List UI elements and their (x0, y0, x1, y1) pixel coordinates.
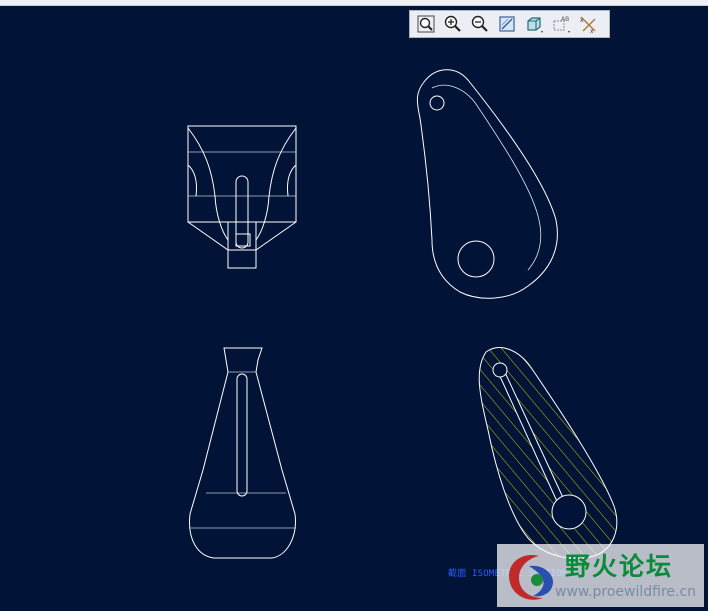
watermark-title: 野火论坛 (565, 552, 674, 581)
top-view[interactable] (187, 125, 297, 269)
drawing-views (187, 69, 618, 559)
front-view[interactable] (189, 347, 296, 559)
section-view[interactable] (478, 347, 618, 559)
forum-watermark: 野火论坛 www.proewildfire.cn (497, 544, 704, 607)
general-view[interactable] (416, 69, 558, 299)
watermark-url: www.proewildfire.cn (555, 584, 697, 600)
forum-logo-icon (509, 554, 553, 600)
